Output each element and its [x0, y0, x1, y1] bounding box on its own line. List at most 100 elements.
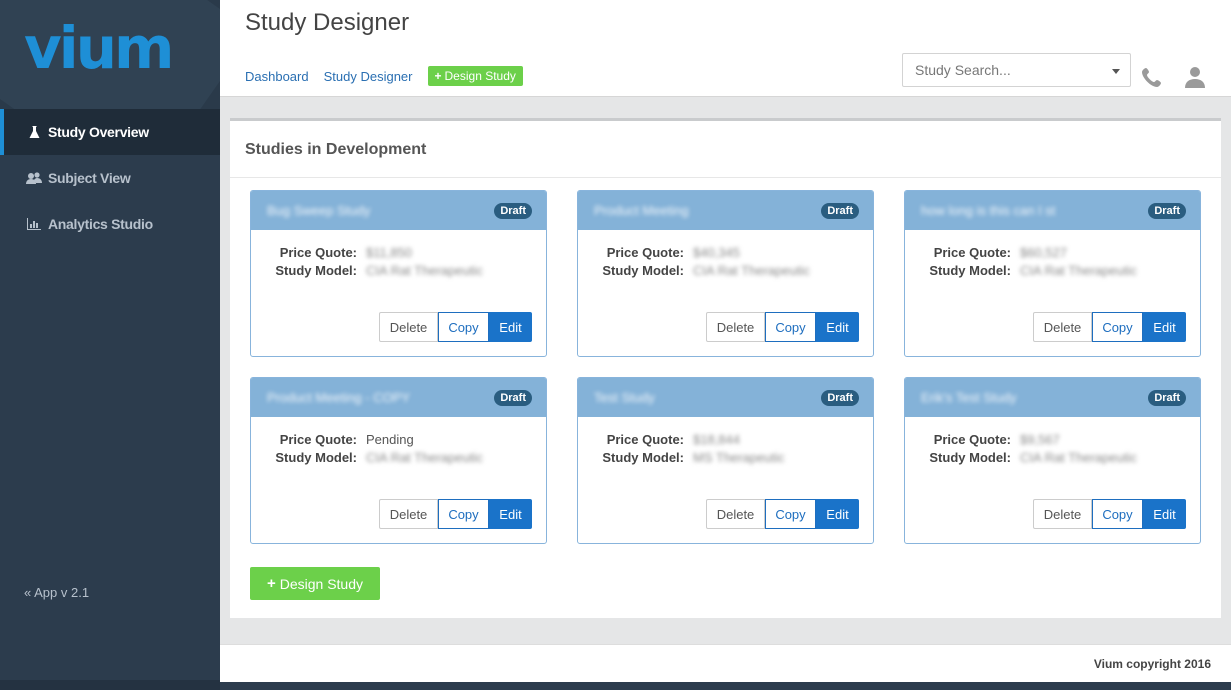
status-badge: Draft	[821, 202, 859, 219]
price-row: Price Quote: $11,850	[251, 245, 412, 260]
model-label: Study Model:	[602, 263, 684, 278]
header: Study Designer Dashboard Study Designer …	[220, 0, 1231, 97]
price-row: Price Quote: Pending	[251, 432, 414, 447]
status-badge: Draft	[1148, 202, 1186, 219]
delete-button[interactable]: Delete	[379, 312, 438, 342]
edit-button[interactable]: Edit	[1143, 499, 1186, 529]
study-name[interactable]: Bug Sweep Study	[267, 203, 370, 218]
status-badge: Draft	[821, 389, 859, 406]
sidebar-item-label: Subject View	[48, 170, 131, 186]
copy-button[interactable]: Copy	[438, 499, 489, 529]
model-row: Study Model: CIA Rat Therapeutic	[905, 263, 1137, 278]
plus-icon: +	[266, 575, 276, 592]
footer: Vium copyright 2016	[220, 644, 1231, 682]
model-value: CIA Rat Therapeutic	[1020, 263, 1137, 278]
sidebar-item-study-overview[interactable]: Study Overview	[0, 109, 220, 155]
phone-icon[interactable]	[1141, 66, 1163, 88]
sidebar-item-label: Analytics Studio	[48, 216, 153, 232]
card-actions: Delete Copy Edit	[1033, 499, 1186, 529]
delete-button[interactable]: Delete	[706, 499, 765, 529]
delete-button[interactable]: Delete	[1033, 312, 1092, 342]
study-card: Product Meeting - COPY Draft Price Quote…	[250, 377, 547, 544]
card-header: Product Meeting Draft	[578, 191, 873, 230]
model-value: CIA Rat Therapeutic	[366, 263, 483, 278]
study-search-placeholder: Study Search...	[915, 62, 1011, 78]
user-icon[interactable]	[1184, 66, 1206, 88]
price-row: Price Quote: $18,844	[578, 432, 740, 447]
study-name[interactable]: Test Study	[594, 390, 655, 405]
sidebar: vium Study Overview Subject View Analyti…	[0, 0, 220, 690]
panel-title: Studies in Development	[245, 141, 427, 158]
price-label: Price Quote:	[279, 432, 357, 447]
sidebar-item-subject-view[interactable]: Subject View	[0, 155, 220, 201]
model-label: Study Model:	[602, 450, 684, 465]
study-card: Bug Sweep Study Draft Price Quote: $11,8…	[250, 190, 547, 357]
model-value: MS Therapeutic	[693, 450, 785, 465]
price-value: $18,844	[693, 432, 740, 447]
price-value: $40,345	[693, 245, 740, 260]
study-name[interactable]: Erik's Test Study	[921, 390, 1016, 405]
app-version-toggle[interactable]: « App v 2.1	[24, 585, 89, 600]
card-header: Test Study Draft	[578, 378, 873, 417]
price-label: Price Quote:	[933, 432, 1011, 447]
delete-button[interactable]: Delete	[1033, 499, 1092, 529]
model-row: Study Model: CIA Rat Therapeutic	[905, 450, 1137, 465]
price-label: Price Quote:	[279, 245, 357, 260]
copy-button[interactable]: Copy	[1092, 312, 1143, 342]
caret-down-icon	[1112, 69, 1120, 74]
price-row: Price Quote: $60,527	[905, 245, 1067, 260]
price-value: $9,567	[1020, 432, 1060, 447]
study-search-select[interactable]: Study Search...	[902, 53, 1131, 87]
model-value: CIA Rat Therapeutic	[366, 450, 483, 465]
plus-icon: +	[434, 69, 442, 83]
price-label: Price Quote:	[606, 245, 684, 260]
study-card: Product Meeting Draft Price Quote: $40,3…	[577, 190, 874, 357]
edit-button[interactable]: Edit	[816, 312, 859, 342]
studies-panel: Studies in Development Bug Sweep Study D…	[230, 118, 1221, 618]
header-design-study-button[interactable]: + Design Study	[427, 66, 523, 86]
study-name[interactable]: how long is this can I st	[921, 203, 1055, 218]
model-label: Study Model:	[929, 450, 1011, 465]
model-value: CIA Rat Therapeutic	[693, 263, 810, 278]
study-card: Erik's Test Study Draft Price Quote: $9,…	[904, 377, 1201, 544]
edit-button[interactable]: Edit	[1143, 312, 1186, 342]
model-value: CIA Rat Therapeutic	[1020, 450, 1137, 465]
breadcrumb-dashboard[interactable]: Dashboard	[245, 69, 309, 84]
edit-button[interactable]: Edit	[489, 312, 532, 342]
card-header: how long is this can I st Draft	[905, 191, 1200, 230]
study-name[interactable]: Product Meeting - COPY	[267, 390, 410, 405]
edit-button[interactable]: Edit	[489, 499, 532, 529]
copyright-text: Vium copyright 2016	[1093, 657, 1211, 671]
model-row: Study Model: CIA Rat Therapeutic	[251, 450, 483, 465]
price-label: Price Quote:	[606, 432, 684, 447]
price-value: $60,527	[1020, 245, 1067, 260]
status-badge: Draft	[494, 389, 532, 406]
card-actions: Delete Copy Edit	[706, 499, 859, 529]
study-card: how long is this can I st Draft Price Qu…	[904, 190, 1201, 357]
flask-icon	[26, 125, 42, 139]
design-study-label: Design Study	[279, 575, 364, 592]
breadcrumb: Dashboard Study Designer + Design Study	[245, 66, 523, 86]
status-badge: Draft	[1148, 389, 1186, 406]
breadcrumb-study-designer[interactable]: Study Designer	[324, 69, 413, 84]
divider	[230, 177, 1221, 178]
copy-button[interactable]: Copy	[1092, 499, 1143, 529]
copy-button[interactable]: Copy	[765, 499, 816, 529]
model-row: Study Model: CIA Rat Therapeutic	[578, 263, 810, 278]
copy-button[interactable]: Copy	[438, 312, 489, 342]
card-actions: Delete Copy Edit	[379, 499, 532, 529]
price-row: Price Quote: $40,345	[578, 245, 740, 260]
study-name[interactable]: Product Meeting	[594, 203, 689, 218]
design-study-button[interactable]: + Design Study	[250, 567, 380, 600]
delete-button[interactable]: Delete	[706, 312, 765, 342]
sidebar-item-analytics-studio[interactable]: Analytics Studio	[0, 201, 220, 247]
edit-button[interactable]: Edit	[816, 499, 859, 529]
card-header: Erik's Test Study Draft	[905, 378, 1200, 417]
vium-logo[interactable]: vium	[24, 18, 174, 78]
delete-button[interactable]: Delete	[379, 499, 438, 529]
price-value: $11,850	[366, 245, 413, 260]
sidebar-item-label: Study Overview	[48, 124, 149, 140]
page-title: Study Designer	[245, 9, 410, 36]
card-actions: Delete Copy Edit	[1033, 312, 1186, 342]
copy-button[interactable]: Copy	[765, 312, 816, 342]
